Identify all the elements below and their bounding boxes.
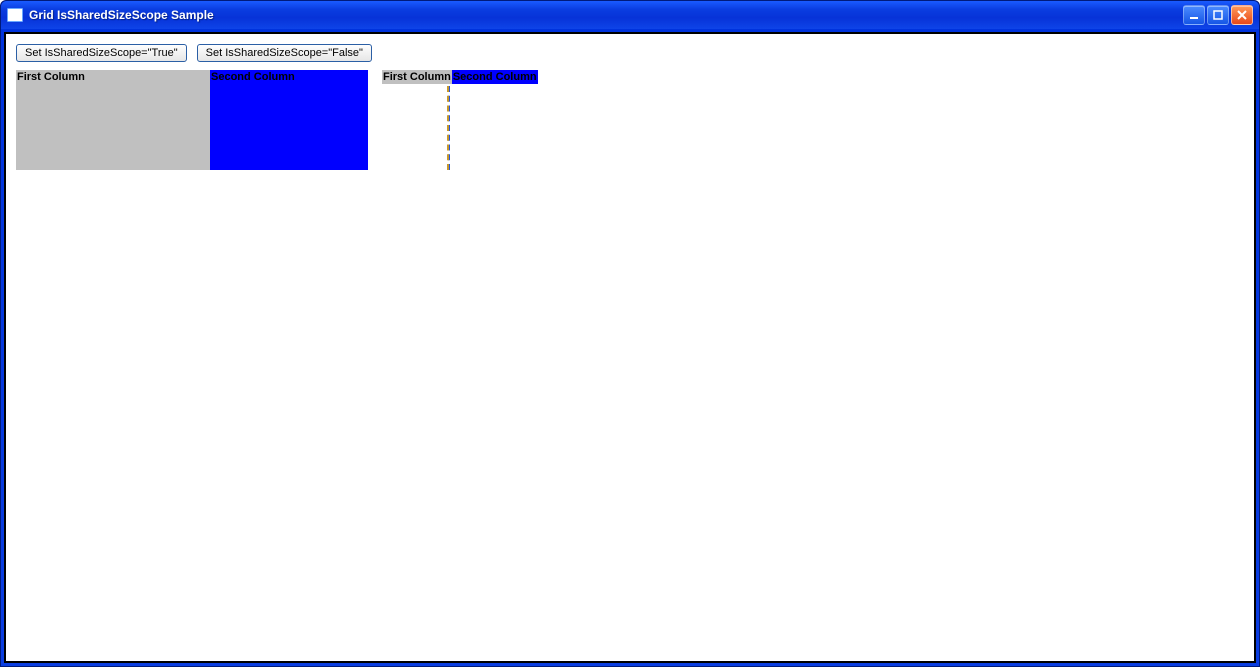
grid-b: First Column Second Column: [382, 70, 538, 170]
set-true-button[interactable]: Set IsSharedSizeScope="True": [16, 44, 187, 62]
grid-a-col2-header: Second Column: [210, 70, 368, 84]
grid-b-splitter[interactable]: [447, 86, 449, 170]
grid-b-col1: First Column: [382, 70, 452, 84]
button-row: Set IsSharedSizeScope="True" Set IsShare…: [16, 44, 1244, 62]
grid-a-col1: First Column: [16, 70, 210, 170]
app-window: Grid IsSharedSizeScope Sample Set IsShar…: [0, 0, 1260, 667]
maximize-icon: [1213, 10, 1223, 20]
maximize-button[interactable]: [1207, 5, 1229, 25]
close-icon: [1237, 10, 1247, 20]
grid-b-col2: Second Column: [452, 70, 538, 84]
titlebar[interactable]: Grid IsSharedSizeScope Sample: [1, 1, 1259, 29]
grid-b-col1-header: First Column: [382, 70, 452, 84]
grid-a-col2: Second Column: [210, 70, 368, 170]
minimize-button[interactable]: [1183, 5, 1205, 25]
window-title: Grid IsSharedSizeScope Sample: [29, 8, 1183, 22]
grids-row: First Column Second Column First Column …: [16, 70, 1244, 170]
grid-a-col1-header: First Column: [16, 70, 210, 84]
grid-a: First Column Second Column: [16, 70, 368, 170]
frame-border: Set IsSharedSizeScope="True" Set IsShare…: [1, 29, 1259, 666]
client-area: Set IsSharedSizeScope="True" Set IsShare…: [4, 32, 1256, 663]
minimize-icon: [1189, 10, 1199, 20]
window-controls: [1183, 5, 1255, 25]
set-false-button[interactable]: Set IsSharedSizeScope="False": [197, 44, 372, 62]
close-button[interactable]: [1231, 5, 1253, 25]
app-icon: [7, 8, 23, 22]
grid-b-col2-header: Second Column: [452, 70, 538, 84]
